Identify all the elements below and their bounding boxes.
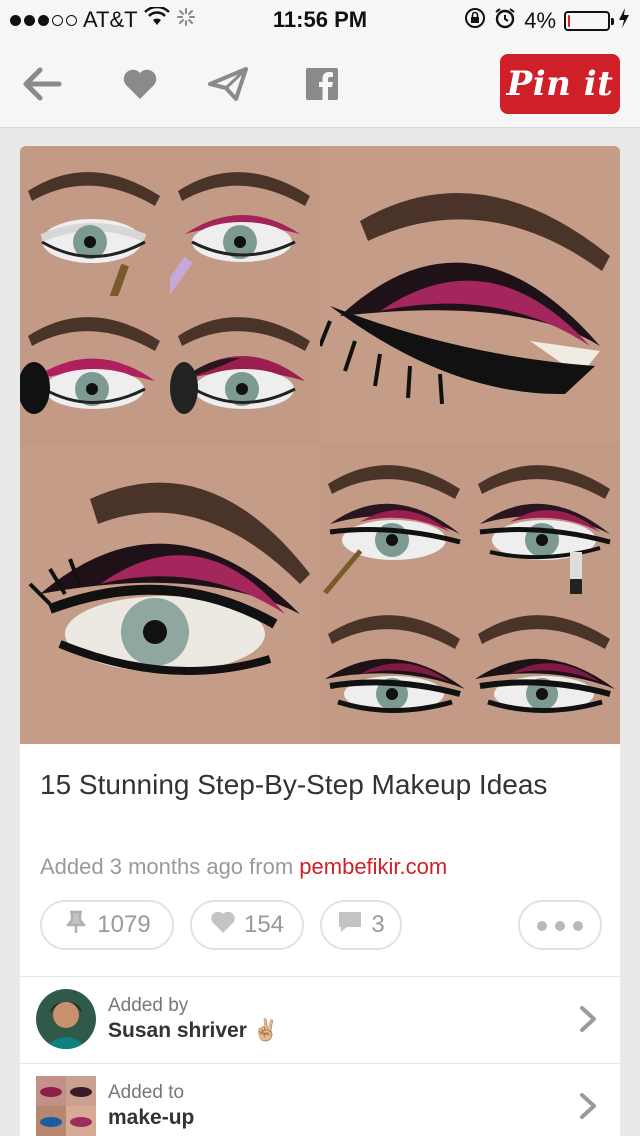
avatar [36,989,96,1049]
like-count: 154 [243,911,285,938]
back-arrow-icon[interactable] [20,62,64,106]
makeup-step-image [20,146,170,296]
battery-level [568,15,570,27]
comment-count-button[interactable]: 3 [320,900,402,950]
makeup-step-image [320,594,470,744]
source-link[interactable]: pembefikir.com [299,854,447,879]
like-count-button[interactable]: 154 [190,900,304,950]
added-time: Added 3 months ago from [40,854,294,879]
more-options-button[interactable] [518,900,602,950]
makeup-step-image [20,444,320,744]
added-by-row[interactable]: Added by Susan shriver ✌🏼 [20,977,620,1063]
added-to-label: Added to [108,1082,185,1103]
status-bar: AT&T 11:56 PM 4% [0,0,640,40]
added-by-label: Added by [108,995,189,1016]
charging-icon [618,7,630,35]
more-icon [536,911,584,939]
pin-image[interactable] [20,146,620,744]
repin-count-button[interactable]: 1079 [40,900,174,950]
chevron-right-icon [578,1092,598,1120]
pin-title: 15 Stunning Step-By-Step Makeup Ideas [40,769,548,800]
makeup-step-image [170,296,320,444]
pin-it-button[interactable]: Pin it [500,54,620,114]
board-name: make-up [108,1106,195,1129]
makeup-step-image [170,146,320,296]
pin-stats: 1079 154 3 [40,900,602,950]
send-icon[interactable] [206,62,250,106]
makeup-step-image [20,296,170,444]
battery-percent: 4% [524,8,556,33]
makeup-step-image [320,444,470,594]
alarm-icon [494,7,516,35]
battery-icon [564,11,614,31]
board-thumbnail [36,1076,96,1136]
facebook-icon[interactable] [300,62,344,106]
status-right: 4% [464,7,630,35]
user-name: Susan shriver ✌🏼 [108,1019,279,1042]
comment-icon [337,910,363,941]
makeup-step-image [470,444,620,594]
pin-toolbar: Pin it [0,40,640,128]
comment-count: 3 [371,911,385,938]
pushpin-icon [63,909,89,942]
pin-meta: Added 3 months ago from pembefikir.com [40,854,447,880]
heart-icon[interactable] [118,62,162,106]
makeup-step-image [320,146,620,444]
pin-card: 15 Stunning Step-By-Step Makeup Ideas Ad… [20,146,620,1136]
heart-icon [210,910,236,941]
rotation-lock-icon [464,7,486,35]
repin-count: 1079 [97,911,151,938]
added-to-row[interactable]: Added to make-up [20,1064,620,1136]
makeup-step-image [470,594,620,744]
chevron-right-icon [578,1005,598,1033]
